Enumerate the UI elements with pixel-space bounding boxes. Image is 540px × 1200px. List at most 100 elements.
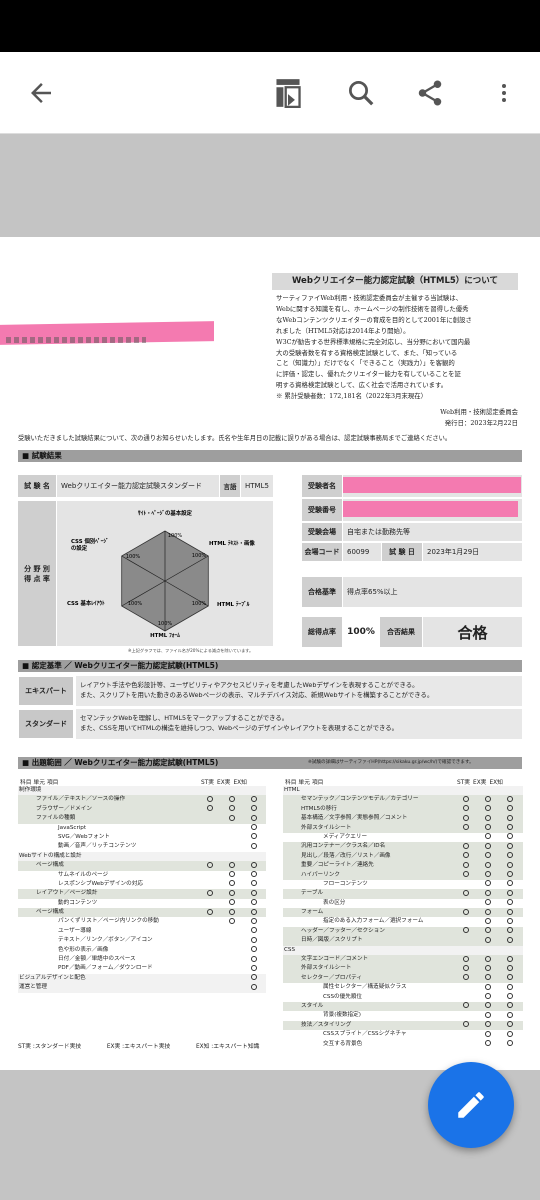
- syllabus-item-label: ビジュアルデザインと配色: [19, 974, 86, 981]
- circle-mark-icon: [477, 1021, 499, 1030]
- radar-axis-label: HTML ﾃｰﾌﾞﾙ: [217, 600, 250, 608]
- standard-label: スタンダード: [18, 709, 74, 739]
- syllabus-marks: [199, 880, 265, 889]
- syllabus-row: ハイパーリンク: [283, 870, 523, 880]
- syllabus-marks: [199, 917, 265, 926]
- layout-button[interactable]: [264, 69, 312, 117]
- radar-note: ※上記グラフでは、ファイル名が20%による減点を除いています。: [128, 648, 254, 653]
- circle-mark-icon: [477, 1030, 499, 1039]
- pass-criteria-value: 得点率65%以上: [343, 577, 522, 607]
- circle-mark-icon: [243, 974, 265, 983]
- circle-mark-icon: [221, 908, 243, 917]
- circle-mark-icon: [199, 861, 221, 870]
- candidate-number-label: 受験番号: [302, 499, 342, 521]
- circle-mark-icon: [477, 880, 499, 889]
- circle-mark-icon: [455, 974, 477, 983]
- syllabus-item-label: 日時／図版／スクリプト: [301, 937, 363, 944]
- circle-mark-icon: [199, 795, 221, 804]
- syllabus-marks: [199, 805, 265, 814]
- syllabus-item-label: レイアウト／ページ設計: [36, 890, 98, 897]
- empty-mark: [455, 993, 477, 1002]
- circle-mark-icon: [499, 974, 521, 983]
- circle-mark-icon: [499, 814, 521, 823]
- syllabus-marks: [455, 908, 521, 917]
- circle-mark-icon: [243, 927, 265, 936]
- syllabus-item-label: パンくずリスト／ページ内リンクの移動: [58, 918, 159, 925]
- empty-mark: [221, 833, 243, 842]
- syllabus-item-label: PDF／動画／フォーム／ダウンロード: [58, 965, 153, 972]
- syllabus-row: テーブル: [283, 889, 523, 899]
- search-button[interactable]: [337, 69, 385, 117]
- circle-mark-icon: [221, 917, 243, 926]
- empty-mark: [221, 824, 243, 833]
- expert-description: レイアウト手法や色彩設計等、ユーザビリティやアクセスビリティを考慮したWebデザ…: [76, 676, 522, 706]
- syllabus-item-label: 交互する背景色: [323, 1040, 363, 1047]
- syllabus-marks: [455, 927, 521, 936]
- circle-mark-icon: [499, 1011, 521, 1020]
- score-label: 分 野 別 得 点 率: [18, 501, 56, 646]
- syllabus-row: フローコンテンツ: [283, 880, 523, 889]
- syllabus-row: 指定のある入力フォーム／選択フォーム: [283, 917, 523, 926]
- syllabus-table-right: HTML セマンテック／コンテンツモデル／カテゴリー HTML5の移行 基本構造／文字…: [283, 786, 523, 1049]
- more-button[interactable]: [480, 69, 528, 117]
- circle-mark-icon: [199, 908, 221, 917]
- document-page[interactable]: Webクリエイター能力認定試験（HTML5）について サーティファイWeb利用・…: [0, 237, 540, 1070]
- empty-mark: [221, 927, 243, 936]
- circle-mark-icon: [499, 936, 521, 945]
- edit-fab[interactable]: [428, 1062, 514, 1148]
- syllabus-item-label: ブラウザー／ドメイン: [36, 805, 92, 812]
- org-name: Web利用・技術認定委員会: [440, 408, 518, 416]
- syllabus-item-label: SVG／Webフォント: [58, 833, 110, 840]
- circle-mark-icon: [477, 983, 499, 992]
- empty-mark: [199, 964, 221, 973]
- circle-mark-icon: [455, 1021, 477, 1030]
- expert-line-2: また、スクリプトを用いた動きのあるWebページの表示、マルチデバイス対応、新規W…: [80, 691, 434, 699]
- radar-value-label: 100%: [192, 553, 207, 559]
- empty-mark: [455, 1030, 477, 1039]
- circle-mark-icon: [455, 842, 477, 851]
- syllabus-row: ファイルの種類: [18, 814, 266, 824]
- empty-mark: [455, 936, 477, 945]
- layout-icon: [276, 79, 301, 108]
- syllabus-row: 動画／音声／リッチコンテンツ: [18, 842, 266, 851]
- circle-mark-icon: [499, 983, 521, 992]
- notice-line: Webに関する知識を有し、ホームページの制作技術を習得した優秀: [276, 304, 469, 313]
- back-button[interactable]: [17, 69, 65, 117]
- lang-value: HTML5: [241, 475, 273, 497]
- standard-description: セマンテックWebを理解し、HTML5をマークアップすることができる。 また、C…: [76, 709, 522, 739]
- syllabus-item-label: 背景(複数指定): [323, 1012, 361, 1019]
- syllabus-marks: [455, 1002, 521, 1011]
- syllabus-item-label: JavaScript: [58, 824, 87, 831]
- radar-axis-label: HTML ﾌｫｰﾑ: [150, 632, 180, 639]
- search-icon: [349, 81, 374, 106]
- syllabus-item-label: HTML: [284, 787, 300, 793]
- circle-mark-icon: [455, 955, 477, 964]
- syllabus-row: 文字エンコード／コメント: [283, 955, 523, 965]
- share-button[interactable]: [406, 69, 454, 117]
- empty-mark: [221, 983, 243, 992]
- syllabus-row: レスポンシブWebデザインの対応: [18, 880, 266, 889]
- syllabus-marks: [455, 795, 521, 804]
- syllabus-marks: [455, 899, 521, 908]
- circle-mark-icon: [477, 974, 499, 983]
- results-section-title: ■ 試験結果: [18, 450, 522, 462]
- right-table-header: 科目 単元 項目: [285, 777, 323, 786]
- notice-line: なWebコンテンツクリエイターの育成を目的として2001年に創設さ: [276, 315, 472, 324]
- circle-mark-icon: [499, 842, 521, 851]
- empty-mark: [199, 842, 221, 851]
- syllabus-table-left: 制作環境 ファイル／テキスト／ソースの操作 ブラウザー／ドメイン ファイルの種類 Jav…: [18, 786, 266, 993]
- syllabus-item-label: Webサイトの構成と設計: [19, 852, 82, 859]
- syllabus-item-label: 基本構造／文字参照／実態参照／コメント: [301, 815, 408, 822]
- exam-name-value: Webクリエイター能力認定試験スタンダード: [57, 475, 219, 497]
- redacted-text: [6, 337, 146, 343]
- legend-exk: EX知 :エキスパート知識: [196, 1044, 260, 1050]
- circle-mark-icon: [243, 805, 265, 814]
- syllabus-item-label: レスポンシブWebデザインの対応: [58, 880, 143, 887]
- circle-mark-icon: [499, 1030, 521, 1039]
- circle-mark-icon: [221, 795, 243, 804]
- syllabus-marks: [199, 833, 265, 842]
- circle-mark-icon: [499, 1040, 521, 1049]
- empty-mark: [221, 974, 243, 983]
- standard-line-2: また、CSSを用いてHTMLの構造を維持しつつ、Webページのデザインやレイアウ…: [80, 724, 398, 732]
- circle-mark-icon: [499, 880, 521, 889]
